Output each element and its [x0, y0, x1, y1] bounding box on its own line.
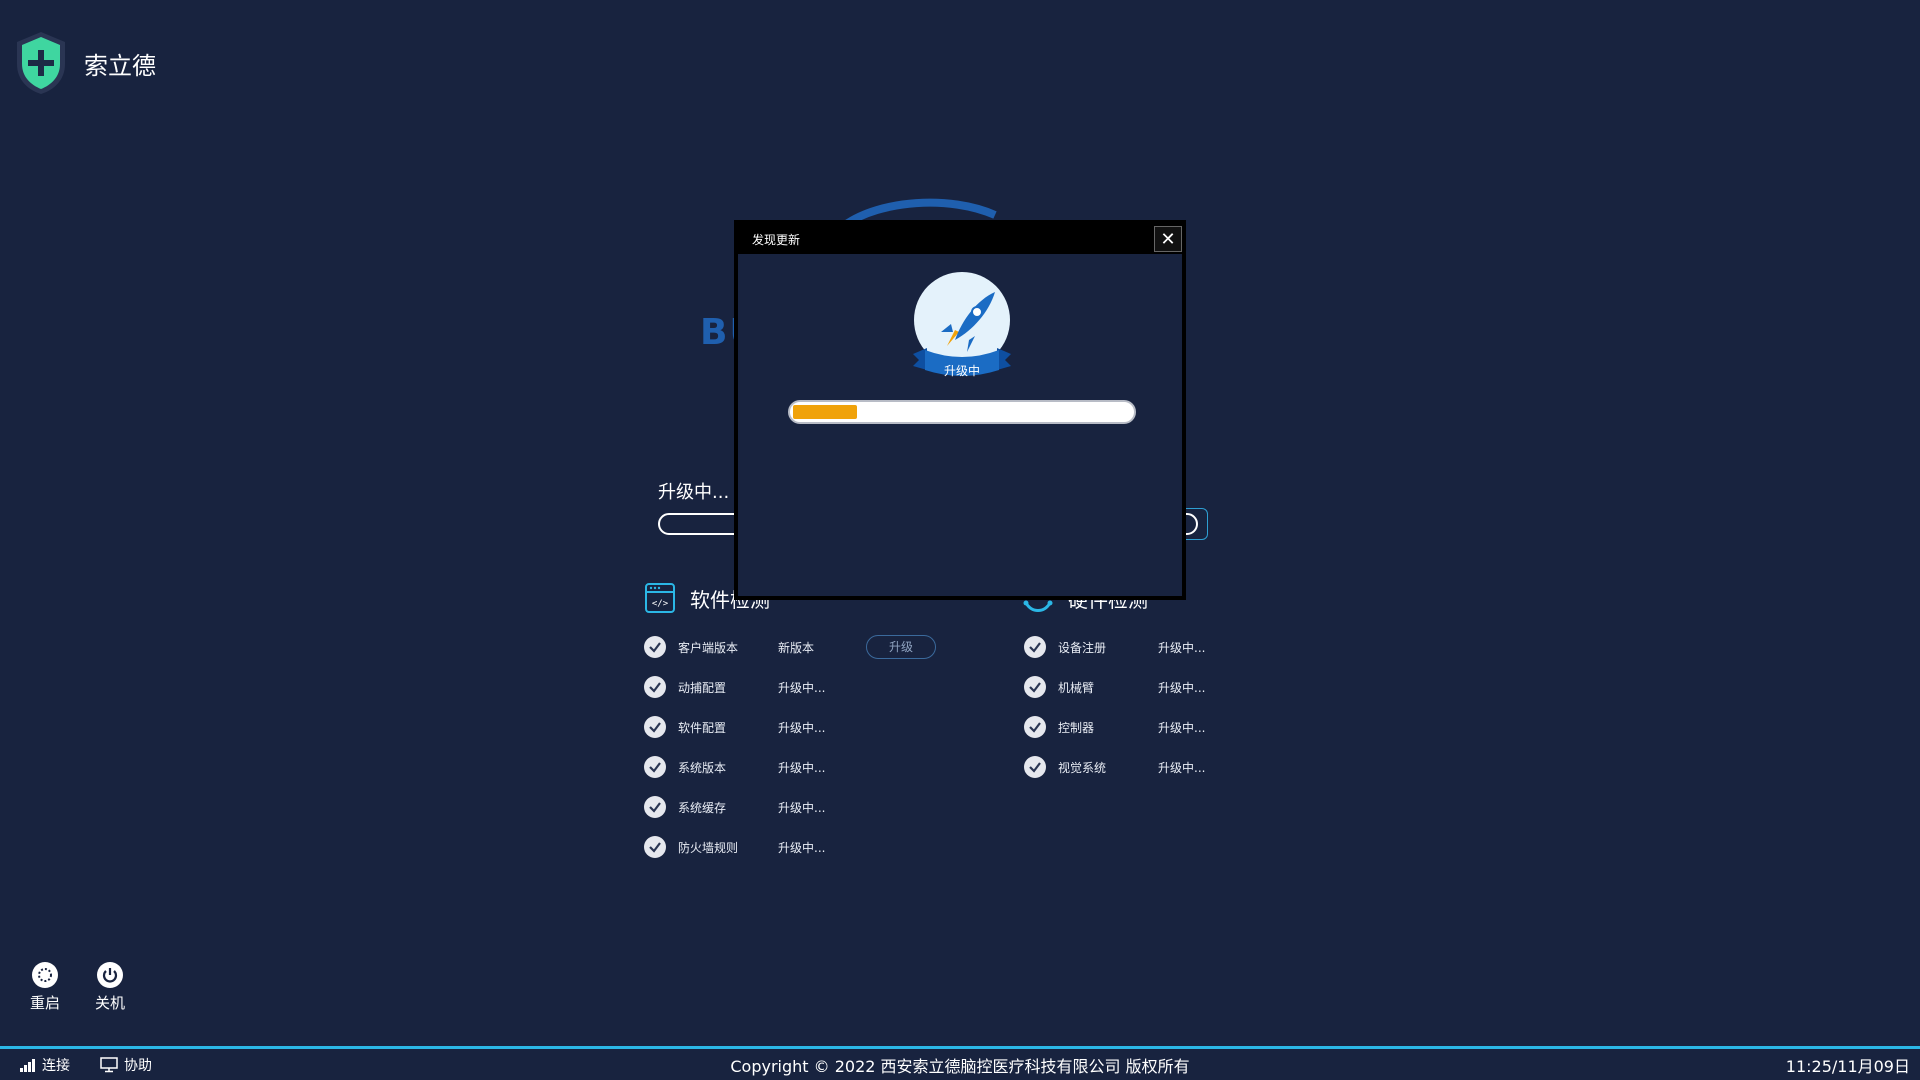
hardware-checklist: 设备注册 升级中... 机械臂 升级中... 控制器 升级中... 视觉系统 升… — [1024, 627, 1205, 787]
shutdown-label: 关机 — [94, 994, 125, 1012]
checkmark-icon — [644, 676, 666, 698]
check-item-name: 控制器 — [1058, 720, 1095, 735]
check-item-status: 升级中... — [1158, 680, 1206, 695]
checkmark-icon — [644, 756, 666, 778]
copyright-text: Copyright © 2022 西安索立德脑控医疗科技有限公司 版权所有 — [730, 1056, 1190, 1076]
restart-icon — [32, 962, 58, 988]
close-button[interactable]: ✕ — [1154, 226, 1182, 252]
check-item-name: 防火墙规则 — [678, 840, 739, 855]
restart-button[interactable]: 重启 — [20, 962, 70, 1013]
check-item-status: 升级中... — [778, 760, 826, 775]
checkmark-icon — [644, 716, 666, 738]
check-item-status: 新版本 — [778, 640, 815, 655]
check-item-status: 升级中... — [778, 720, 826, 735]
check-item-name: 系统版本 — [678, 760, 727, 775]
checkmark-icon — [1024, 716, 1046, 738]
brand: 索立德 — [14, 30, 156, 96]
connect-label: 连接 — [42, 1057, 70, 1074]
update-dialog: 发现更新 ✕ 升级中 — [734, 220, 1186, 600]
assist-label: 协助 — [124, 1057, 152, 1074]
badge-label: 升级中 — [943, 364, 980, 378]
software-checklist: 客户端版本 新版本 升级 动捕配置 升级中... 软件配置 升级中... 系统版… — [644, 627, 936, 867]
checkmark-icon — [644, 636, 666, 658]
code-window-icon: </> — [645, 583, 675, 613]
update-progress-fill — [793, 405, 858, 419]
monitor-icon — [100, 1056, 118, 1072]
brand-name: 索立德 — [84, 51, 156, 80]
check-item-name: 客户端版本 — [678, 640, 739, 655]
check-item-name: 设备注册 — [1058, 640, 1107, 655]
shield-logo-icon — [17, 32, 65, 94]
shutdown-button[interactable]: 关机 — [85, 962, 135, 1013]
check-item-name: 系统缓存 — [678, 800, 727, 815]
connect-button[interactable]: 连接 — [20, 1055, 70, 1075]
list-item: 系统版本 升级中... — [644, 747, 825, 787]
list-item: 软件配置 升级中... — [644, 707, 825, 747]
check-item-status: 升级中... — [1158, 640, 1206, 655]
list-item: 设备注册 升级中... — [1024, 627, 1205, 667]
update-progress-bar — [788, 400, 1136, 424]
upgrade-button[interactable]: 升级 — [866, 635, 936, 659]
check-item-name: 视觉系统 — [1058, 760, 1107, 775]
upgrade-status-label: 升级中... — [658, 482, 730, 503]
check-item-status: 升级中... — [778, 840, 826, 855]
check-item-status: 升级中... — [1158, 760, 1206, 775]
status-bar: 连接 协助 Copyright © 2022 西安索立德脑控医疗科技有限公司 版… — [0, 1046, 1920, 1080]
list-item: 动捕配置 升级中... — [644, 667, 825, 707]
list-item: 控制器 升级中... — [1024, 707, 1205, 747]
checkmark-icon — [1024, 636, 1046, 658]
checkmark-icon — [1024, 676, 1046, 698]
restart-label: 重启 — [29, 994, 60, 1012]
check-item-status: 升级中... — [1158, 720, 1206, 735]
checkmark-icon — [1024, 756, 1046, 778]
check-item-name: 动捕配置 — [678, 680, 727, 695]
clock: 11:25/11月09日 — [1785, 1056, 1910, 1076]
svg-text:</>: </> — [652, 599, 669, 609]
signal-icon — [20, 1058, 35, 1072]
assist-button[interactable]: 协助 — [100, 1055, 152, 1075]
list-item: 防火墙规则 升级中... — [644, 827, 825, 867]
check-item-status: 升级中... — [778, 800, 826, 815]
dialog-titlebar: 发现更新 ✕ — [738, 224, 1182, 254]
checkmark-icon — [644, 836, 666, 858]
list-item: 系统缓存 升级中... — [644, 787, 825, 827]
check-item-status: 升级中... — [778, 680, 826, 695]
list-item: 视觉系统 升级中... — [1024, 747, 1205, 787]
list-item: 机械臂 升级中... — [1024, 667, 1205, 707]
check-item-name: 机械臂 — [1058, 680, 1095, 695]
list-item: 客户端版本 新版本 升级 — [644, 627, 936, 667]
checkmark-icon — [644, 796, 666, 818]
check-item-name: 软件配置 — [678, 720, 727, 735]
power-icon — [97, 962, 123, 988]
dialog-title: 发现更新 — [752, 232, 801, 247]
